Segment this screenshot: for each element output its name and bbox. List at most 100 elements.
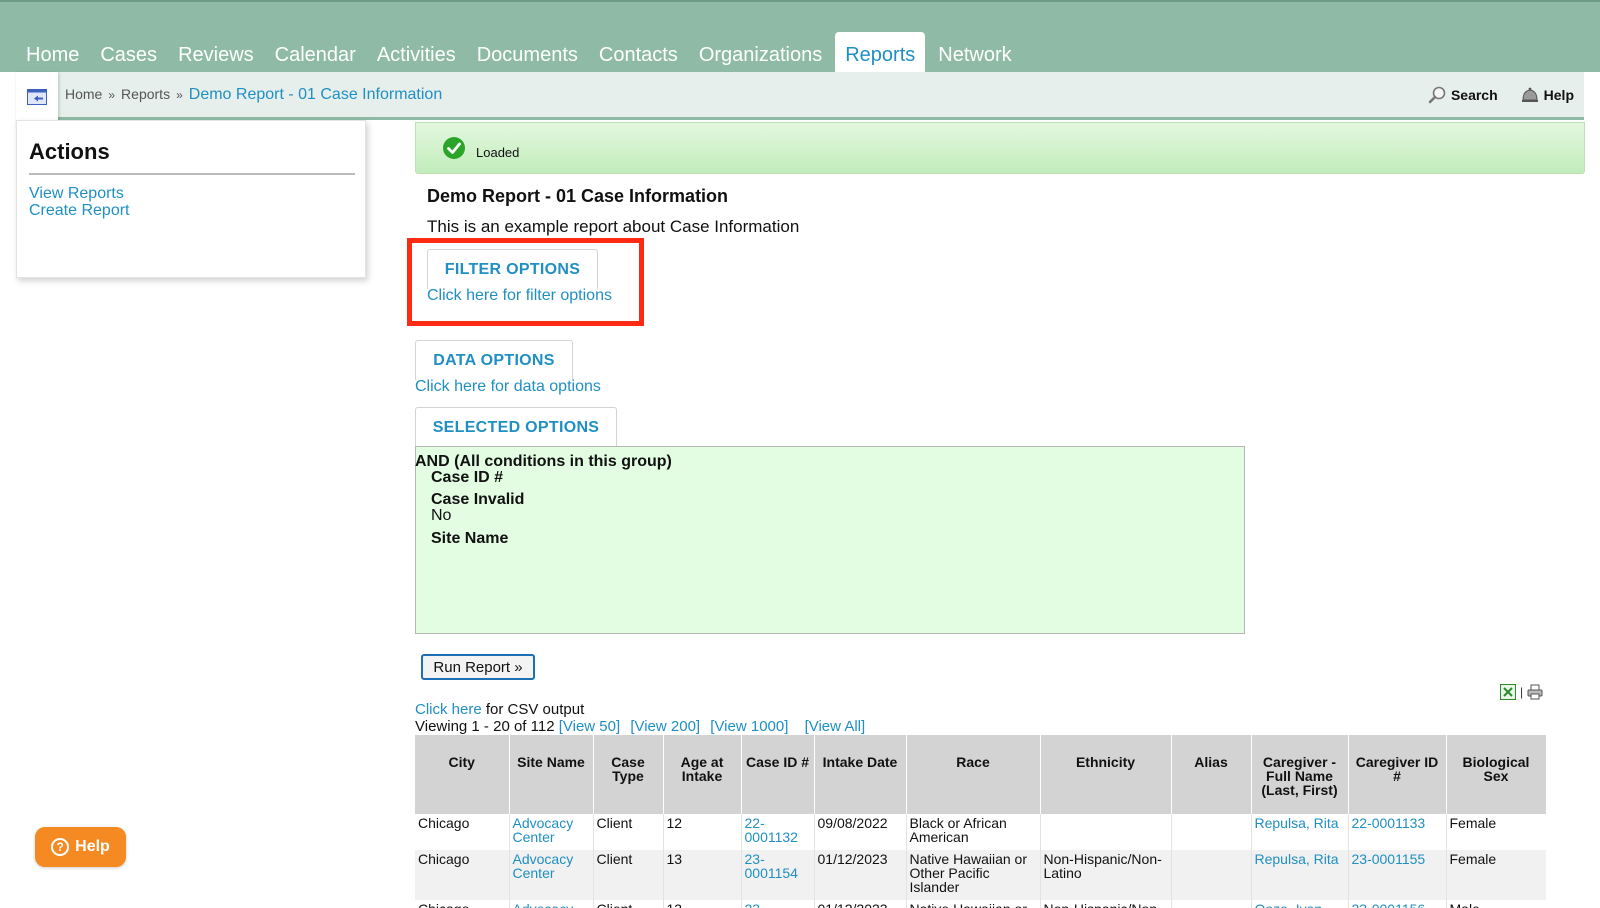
cell-ethnicity: Non-Hispanic/Non-Latino [1040,850,1172,900]
nav-calendar[interactable]: Calendar [267,32,364,74]
column-header[interactable]: Race [906,735,1041,814]
breadcrumb: Home » Reports » Demo Report - 01 Case Infor… [65,86,442,104]
condition-case-invalid-value: No [431,507,452,524]
help-label: Help [1543,87,1574,103]
cell-caregiver-link[interactable]: Repulsa, Rita [1251,814,1349,850]
column-header[interactable]: City [415,735,510,814]
breadcrumb-reports[interactable]: Reports [121,86,170,102]
nav-documents[interactable]: Documents [469,32,586,74]
cell-site-name-link[interactable]: Advocacy Center [509,814,594,850]
nav-reviews[interactable]: Reviews [170,32,262,74]
cell-age: 13 [663,850,742,900]
cell-ethnicity [1040,814,1172,850]
viewing-count: Viewing 1 - 20 of 112 [415,718,555,735]
cell-caregiver-link[interactable]: Repulsa, Rita [1251,850,1349,900]
cell-ethnicity: Non-Hispanic/Non-Latino [1040,900,1172,908]
cell-case-id-link[interactable]: 22-0001132 [741,814,815,850]
report-title: Demo Report - 01 Case Information [427,186,729,206]
data-options-link[interactable]: Click here for data options [415,378,601,396]
cell-caregiver-id-link[interactable]: 23-0001156 [1348,900,1447,908]
table-row: Chicago Advocacy Center Client 13 23-000… [415,850,1546,900]
cell-sex: Male [1446,900,1546,908]
search-label: Search [1450,87,1498,103]
nav-contacts[interactable]: Contacts [591,32,686,74]
cell-race: Native Hawaiian or Other Pacific Islande… [906,900,1041,908]
main-nav: Home Cases Reviews Calendar Activities D… [18,32,1025,74]
nav-reports[interactable]: Reports [835,32,926,74]
cell-alias [1171,850,1252,900]
results-table: City Site Name Case Type Age at Intake C… [415,735,1546,908]
csv-output-link[interactable]: Click here [415,701,482,718]
csv-output-line: Click here for CSV output [415,701,584,718]
nav-activities[interactable]: Activities [369,32,464,74]
breadcrumb-bar: Home » Reports » Demo Report - 01 Case Infor… [16,72,1584,126]
cell-city: Chicago [415,814,510,850]
view-1000-link[interactable]: [View 1000] [710,718,788,735]
csv-output-suffix: for CSV output [481,701,585,718]
view-200-link[interactable]: [View 200] [630,718,700,735]
floating-help-label: Help [75,838,110,855]
column-header[interactable]: Alias [1171,735,1252,814]
nav-network[interactable]: Network [930,32,1019,74]
table-row: Chicago Advocacy Center Client 13 23-000… [415,900,1546,908]
column-header[interactable]: Case Type [593,735,664,814]
column-header[interactable]: Biological Sex [1446,735,1546,814]
check-circle-icon [443,137,465,159]
search-icon [1428,86,1446,104]
create-report-link[interactable]: Create Report [29,202,130,219]
breadcrumb-separator: » [176,88,183,102]
cell-case-type: Client [593,850,664,900]
column-header[interactable]: Case ID # [741,735,815,814]
search-tool[interactable]: Search [1427,85,1498,105]
cell-case-id-link[interactable]: 23-0001156 [741,900,815,908]
floating-help-button[interactable]: ? Help [35,827,126,867]
breadcrumb-home[interactable]: Home [65,86,102,102]
column-header[interactable]: Age at Intake [663,735,742,814]
cell-intake-date: 01/12/2023 [814,900,907,908]
help-tool[interactable]: Help [1520,85,1574,105]
column-header[interactable]: Site Name [509,735,594,814]
cell-alias [1171,900,1252,908]
cell-caregiver-id-link[interactable]: 22-0001133 [1348,814,1447,850]
cell-race: Black or African American [906,814,1041,850]
nav-organizations[interactable]: Organizations [691,32,830,74]
cell-case-type: Client [593,814,664,850]
tab-data-options[interactable]: DATA OPTIONS [415,340,573,380]
help-bell-icon [1521,87,1538,102]
nav-home[interactable]: Home [18,32,87,74]
print-icon[interactable] [1527,684,1543,700]
cell-sex: Female [1446,814,1546,850]
filter-options-link[interactable]: Click here for filter options [427,287,612,305]
breadcrumb-separator: » [108,88,116,102]
cell-caregiver-link[interactable]: Ooze, Ivan [1251,900,1349,908]
cell-city: Chicago [415,900,510,908]
selected-options-panel: AND (All conditions in this group) Case … [415,446,1245,634]
cell-caregiver-id-link[interactable]: 23-0001155 [1348,850,1447,900]
cell-age: 13 [663,900,742,908]
question-circle-icon: ? [51,838,70,856]
column-header[interactable]: Caregiver - Full Name (Last, First) [1251,735,1349,814]
cell-sex: Female [1446,850,1546,900]
tab-selected-options[interactable]: SELECTED OPTIONS [415,407,617,447]
cell-intake-date: 01/12/2023 [814,850,907,900]
nav-cases[interactable]: Cases [92,32,165,74]
excel-export-icon[interactable] [1500,684,1516,700]
sidebar-toggle[interactable] [16,72,58,126]
column-header[interactable]: Ethnicity [1040,735,1172,814]
cell-site-name-link[interactable]: Advocacy Center [509,850,594,900]
status-text: Loaded [476,145,520,160]
actions-title: Actions [29,139,355,175]
column-header[interactable]: Intake Date [814,735,907,814]
view-50-link[interactable]: [View 50] [559,718,620,735]
status-bar: Loaded [415,122,1585,174]
cell-alias [1171,814,1252,850]
run-report-button[interactable]: Run Report » [421,654,535,680]
cell-case-id-link[interactable]: 23-0001154 [741,850,815,900]
cell-site-name-link[interactable]: Advocacy Center [509,900,594,908]
actions-list: View Reports Create Report [29,185,130,219]
tab-filter-options[interactable]: FILTER OPTIONS [427,249,598,289]
view-all-link[interactable]: [View All] [805,718,866,735]
column-header[interactable]: Caregiver ID # [1348,735,1447,814]
view-reports-link[interactable]: View Reports [29,185,130,202]
cell-intake-date: 09/08/2022 [814,814,907,850]
